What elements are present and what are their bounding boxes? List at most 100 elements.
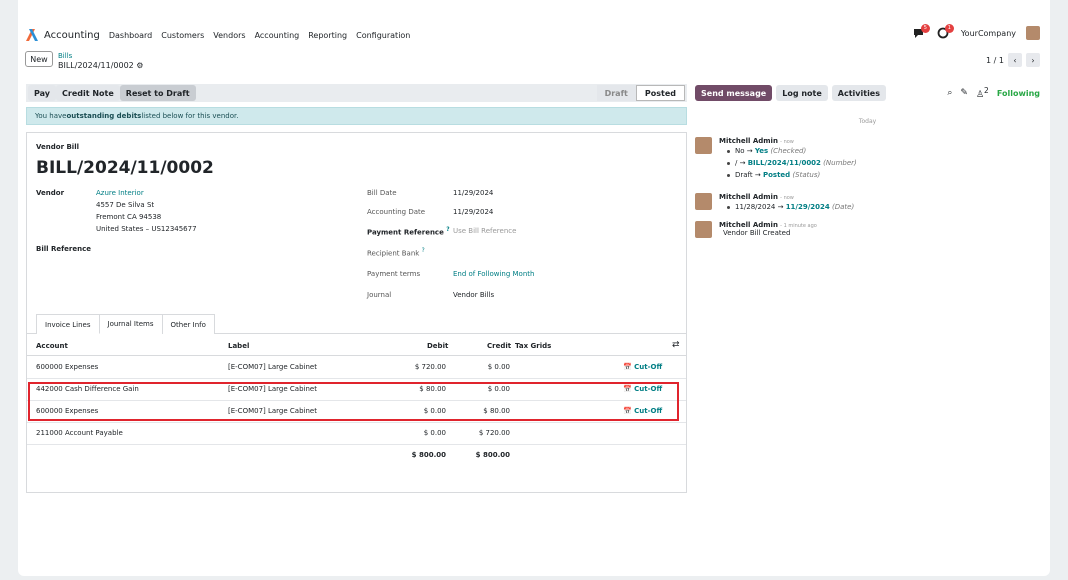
- calendar-icon: 📅: [623, 363, 632, 371]
- row-account: 600000 Expenses: [36, 363, 99, 371]
- reset-to-draft-button[interactable]: Reset to Draft: [119, 85, 196, 101]
- activities-badge: 1: [944, 24, 954, 33]
- form-sheet: Vendor Bill BILL/2024/11/0002 Vendor Azu…: [26, 132, 687, 493]
- message-author[interactable]: Mitchell Admin: [719, 193, 778, 201]
- pager-value[interactable]: 1 / 1: [986, 56, 1004, 65]
- tracking-line: 11/28/2024 → 11/29/2024 (Date): [727, 201, 1039, 213]
- column-settings-icon[interactable]: ⇄: [672, 340, 680, 350]
- table-row[interactable]: 600000 Expenses [E-COM07] Large Cabinet …: [27, 357, 686, 379]
- breadcrumb: Bills BILL/2024/11/0002 ⚙: [58, 51, 143, 71]
- table-row[interactable]: 211000 Account Payable $ 0.00 $ 720.00: [27, 423, 686, 445]
- accounting-date-field[interactable]: 11/29/2024: [453, 208, 493, 216]
- breadcrumb-current: BILL/2024/11/0002: [58, 61, 134, 70]
- chevron-left-icon[interactable]: ‹: [1008, 53, 1022, 67]
- gear-icon[interactable]: ⚙: [136, 61, 143, 70]
- chatter-topbar-right: ⌕ ✎ ♙2 Following: [947, 86, 1040, 100]
- payment-reference-input[interactable]: Use Bill Reference: [453, 227, 516, 235]
- pager: 1 / 1 ‹ ›: [986, 53, 1040, 67]
- total-debit: $ 800.00: [411, 451, 446, 459]
- app-window: Accounting Dashboard Customers Vendors A…: [18, 0, 1050, 576]
- payment-terms-label: Payment terms: [367, 270, 421, 278]
- alert-prefix: You have: [35, 112, 67, 120]
- move-type-label: Vendor Bill: [36, 143, 80, 151]
- bill-date-field[interactable]: 11/29/2024: [453, 189, 493, 197]
- bill-reference-label: Bill Reference: [36, 245, 91, 253]
- chevron-right-icon[interactable]: ›: [1026, 53, 1040, 67]
- status-posted[interactable]: Posted: [635, 85, 685, 101]
- alert-link[interactable]: outstanding debits: [66, 112, 141, 120]
- message-text: Vendor Bill Created: [723, 229, 791, 237]
- menu-reporting[interactable]: Reporting: [308, 31, 347, 40]
- col-account[interactable]: Account: [36, 342, 68, 350]
- user-avatar[interactable]: [1026, 26, 1040, 40]
- menu-accounting[interactable]: Accounting: [255, 31, 300, 40]
- vendor-field[interactable]: Azure Interior: [96, 189, 144, 197]
- new-button[interactable]: New: [25, 51, 53, 67]
- tab-other-info[interactable]: Other Info: [161, 314, 215, 334]
- send-message-button[interactable]: Send message: [695, 85, 773, 101]
- row-debit: $ 0.00: [423, 429, 446, 437]
- chatter: Send message Log note Activities ⌕ ✎ ♙2 …: [695, 84, 1040, 238]
- avatar[interactable]: [695, 137, 712, 154]
- page-title: BILL/2024/11/0002: [36, 158, 214, 178]
- breadcrumb-bills[interactable]: Bills: [58, 51, 143, 61]
- message-author[interactable]: Mitchell Admin: [719, 137, 778, 145]
- avatar[interactable]: [695, 193, 712, 210]
- following-button[interactable]: Following: [997, 89, 1040, 98]
- vendor-address-2: Fremont CA 94538: [96, 213, 162, 221]
- credit-note-button[interactable]: Credit Note: [56, 85, 120, 101]
- tracking-line: No → Yes (Checked): [727, 145, 1039, 157]
- vendor-address-1: 4557 De Silva St: [96, 201, 155, 209]
- alert-suffix: listed below for this vendor.: [141, 112, 239, 120]
- menu-customers[interactable]: Customers: [161, 31, 204, 40]
- action-bar: Pay Credit Note Reset to Draft Draft Pos…: [26, 84, 687, 102]
- tab-invoice-lines[interactable]: Invoice Lines: [36, 314, 100, 334]
- payment-reference-label: Payment Reference ?: [367, 227, 450, 237]
- top-nav: Accounting Dashboard Customers Vendors A…: [26, 28, 419, 42]
- menu-configuration[interactable]: Configuration: [356, 31, 410, 40]
- paperclip-icon[interactable]: ✎: [960, 88, 968, 98]
- row-debit: $ 720.00: [414, 363, 446, 371]
- app-name[interactable]: Accounting: [44, 30, 100, 41]
- activities-button[interactable]: Activities: [831, 85, 886, 101]
- followers-icon[interactable]: ♙2: [976, 86, 989, 100]
- accounting-date-label: Accounting Date: [367, 208, 426, 216]
- message-author[interactable]: Mitchell Admin: [719, 221, 778, 229]
- search-icon[interactable]: ⌕: [947, 88, 952, 98]
- table-header: Account Label Debit Credit Tax Grids ⇄: [27, 336, 686, 356]
- col-debit[interactable]: Debit: [427, 342, 448, 350]
- cutoff-button[interactable]: 📅 Cut-Off: [623, 363, 662, 371]
- notebook-tabs: Invoice Lines Journal Items Other Info: [36, 314, 215, 334]
- vendor-label: Vendor: [36, 189, 65, 197]
- pay-button[interactable]: Pay: [28, 85, 57, 101]
- systray: 5 1 YourCompany: [913, 24, 1040, 40]
- row-credit: $ 720.00: [478, 429, 510, 437]
- recipient-bank-label: Recipient Bank ?: [367, 248, 425, 258]
- messages-badge: 5: [920, 24, 930, 33]
- menu-vendors[interactable]: Vendors: [213, 31, 245, 40]
- col-label[interactable]: Label: [228, 342, 249, 350]
- col-credit[interactable]: Credit: [487, 342, 511, 350]
- row-credit: $ 0.00: [487, 363, 510, 371]
- chatter-toolbar: Send message Log note Activities ⌕ ✎ ♙2 …: [695, 84, 1040, 102]
- highlight-box: [28, 382, 679, 421]
- accounting-app-icon[interactable]: [26, 29, 38, 41]
- total-credit: $ 800.00: [475, 451, 510, 459]
- row-account: 211000 Account Payable: [36, 429, 123, 437]
- messages-icon[interactable]: 5: [913, 24, 930, 39]
- avatar[interactable]: [695, 221, 712, 238]
- col-tax-grids[interactable]: Tax Grids: [515, 342, 551, 350]
- menu-dashboard[interactable]: Dashboard: [109, 31, 152, 40]
- payment-terms-field[interactable]: End of Following Month: [453, 270, 534, 278]
- company-switcher[interactable]: YourCompany: [961, 29, 1016, 38]
- journal-label: Journal: [367, 291, 392, 299]
- journal-field[interactable]: Vendor Bills: [453, 291, 494, 299]
- vendor-address-3: United States – US12345677: [96, 225, 197, 233]
- tab-journal-items[interactable]: Journal Items: [98, 314, 163, 334]
- status-draft[interactable]: Draft: [596, 85, 636, 101]
- today-separator: Today: [858, 118, 877, 125]
- activities-icon[interactable]: 1: [937, 24, 954, 39]
- tracking-line: / → BILL/2024/11/0002 (Number): [727, 157, 1039, 169]
- log-note-button[interactable]: Log note: [776, 85, 828, 101]
- tracking-line: Draft → Posted (Status): [727, 169, 1039, 181]
